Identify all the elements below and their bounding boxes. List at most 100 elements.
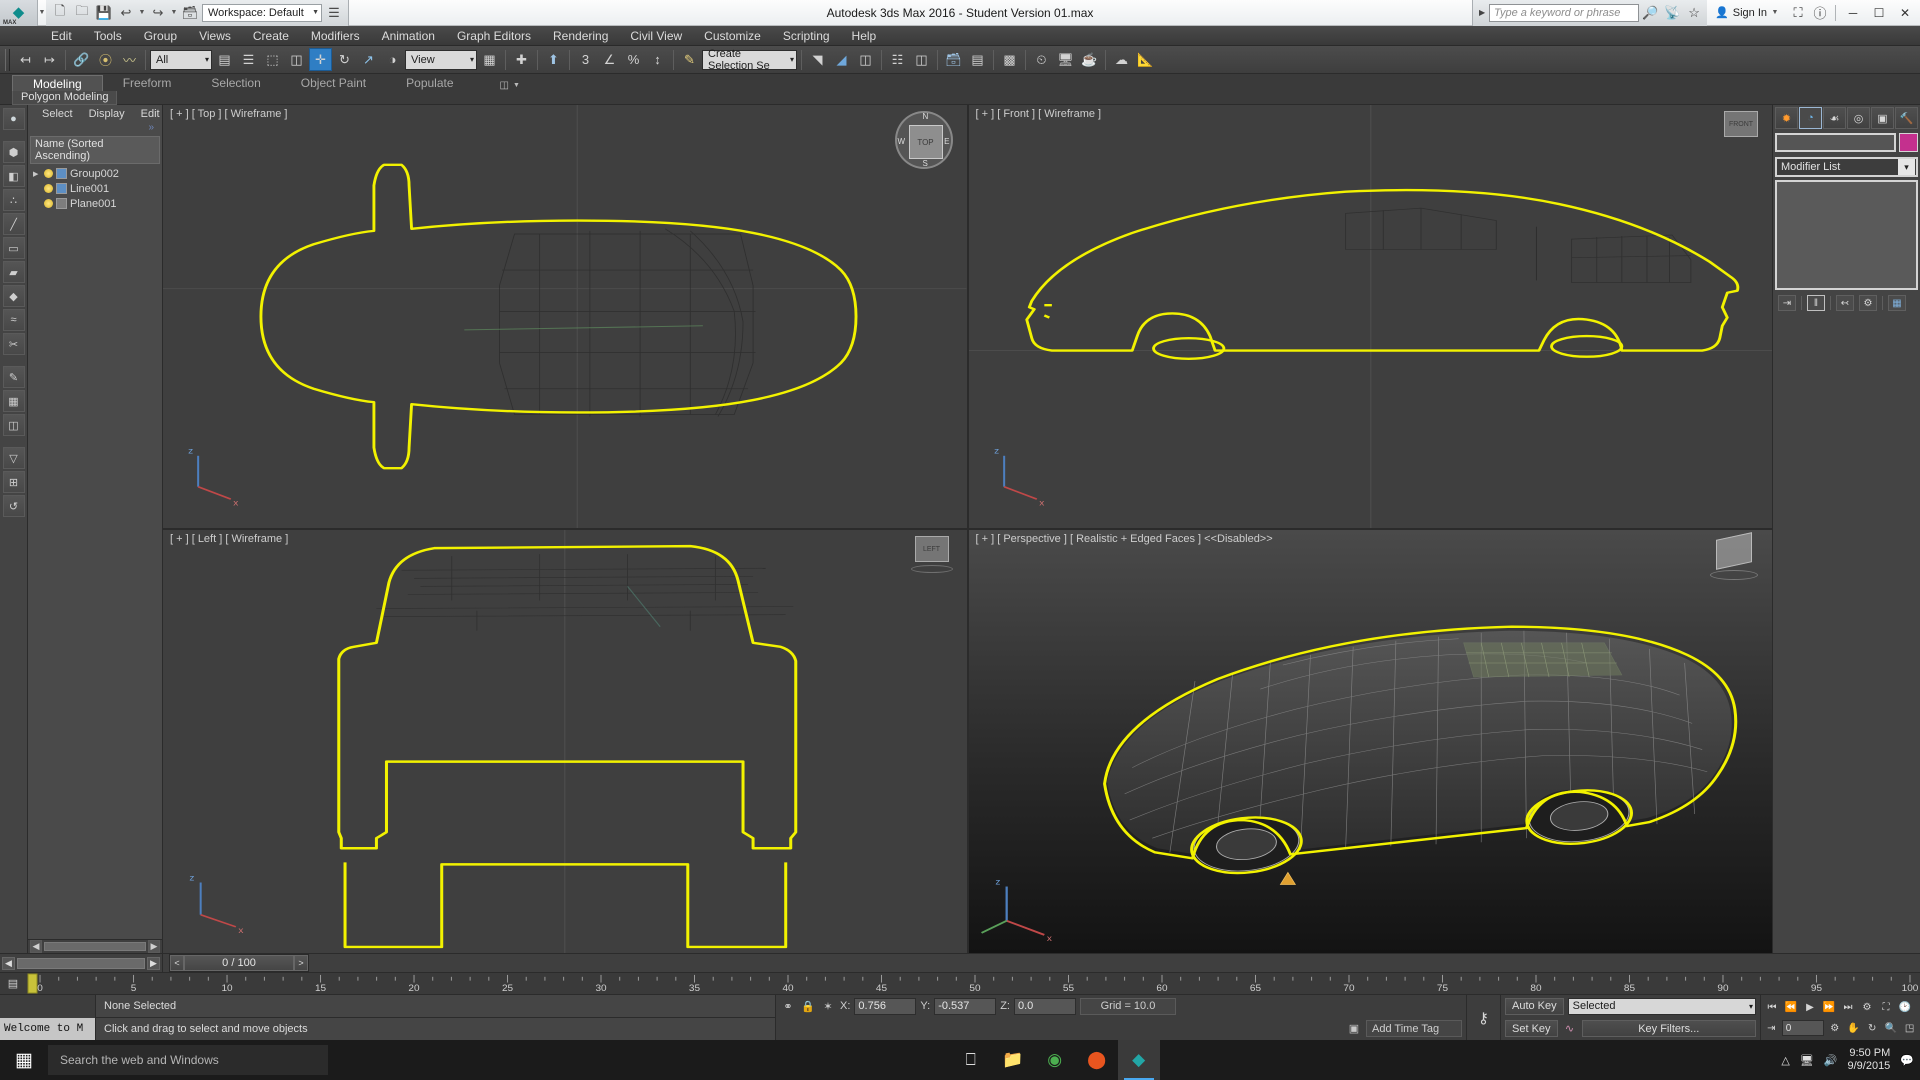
toolbar-grip[interactable] [5, 48, 10, 71]
layer-explorer-icon[interactable]: ◫ [854, 48, 877, 71]
key-mode-toggle-icon[interactable]: ⚙ [1858, 998, 1876, 1016]
satellite-icon[interactable]: 📡 [1661, 2, 1683, 24]
menu-group[interactable]: Group [133, 26, 188, 46]
scrollbar-thumb[interactable] [17, 957, 145, 969]
render-setup-icon[interactable]: ⏲ [1030, 48, 1053, 71]
curve-editor-icon[interactable]: 🗃 [942, 48, 965, 71]
bind-to-space-warp-icon[interactable]: 〰 [118, 48, 141, 71]
unlink-selection-icon[interactable]: ⦿ [94, 48, 117, 71]
create-tab[interactable]: ✹ [1775, 107, 1798, 129]
new-file-icon[interactable]: 🗋 [50, 3, 70, 23]
swift-loop-icon[interactable]: ≈ [2, 309, 25, 331]
viewport-front-label[interactable]: [ + ] [ Front ] [ Wireframe ] [976, 108, 1102, 120]
align-icon[interactable]: ◢ [830, 48, 853, 71]
infocenter-expand-icon[interactable]: ▶ [1475, 8, 1489, 17]
viewcube-ring-icon[interactable] [1710, 570, 1758, 580]
menu-views[interactable]: Views [188, 26, 242, 46]
viewcube-left[interactable]: LEFT [910, 536, 953, 573]
key-mode-combo[interactable]: Selected ▾ [1567, 997, 1756, 1015]
time-configuration-icon[interactable]: 🕑 [1896, 998, 1914, 1016]
viewcube-icon[interactable]: LEFT [914, 536, 949, 562]
undo-chevron-icon[interactable]: ▼ [138, 9, 146, 16]
object-color-swatch[interactable] [1899, 133, 1918, 152]
percent-snap-toggle-icon[interactable]: % [622, 48, 645, 71]
modifier-stack-list[interactable] [1775, 180, 1918, 290]
key-filters-button[interactable]: Key Filters... [1581, 1020, 1756, 1038]
field-of-view-icon[interactable]: ◳ [1901, 1019, 1918, 1037]
select-and-place-icon[interactable]: ◑ [381, 48, 404, 71]
expand-triangle-icon[interactable]: ▶ [33, 170, 41, 178]
mirror-icon[interactable]: ◥ [806, 48, 829, 71]
menu-civil-view[interactable]: Civil View [619, 26, 693, 46]
ribbon-chevron-down-icon[interactable]: ▼ [513, 82, 520, 89]
tab-object-paint[interactable]: Object Paint [281, 75, 386, 91]
tab-freeform[interactable]: Freeform [103, 75, 192, 91]
constraints-icon[interactable]: ▽ [2, 447, 25, 469]
lock-selection-icon[interactable]: 🔒 [800, 998, 816, 1014]
current-frame-display[interactable]: 0 / 100 [184, 955, 294, 971]
explorer-bottom-scroll[interactable]: ◀ ▶ [0, 953, 163, 973]
welcome-text[interactable]: Welcome to M [0, 1018, 95, 1040]
motion-tab[interactable]: ◎ [1847, 107, 1870, 129]
explorer-expand-chevron-icon[interactable]: » [28, 122, 162, 136]
viewport-top-label[interactable]: [ + ] [ Top ] [ Wireframe ] [170, 108, 287, 120]
element-icon[interactable]: ◆ [2, 285, 25, 307]
vertex-icon[interactable]: ∴ [2, 189, 25, 211]
remove-modifier-icon[interactable]: ⚙ [1859, 295, 1877, 311]
window-crossing-icon[interactable]: ◫ [285, 48, 308, 71]
viewcube-front[interactable]: FRONT [1724, 111, 1758, 137]
viewcube-icon[interactable]: FRONT [1724, 111, 1758, 137]
edge-icon[interactable]: ╱ [2, 213, 25, 235]
previous-frame-icon[interactable]: ⏪ [1782, 998, 1800, 1016]
explorer-column-header[interactable]: Name (Sorted Ascending) [30, 136, 160, 164]
time-slider[interactable]: < 0 / 100 > [163, 954, 1920, 973]
auto-key-button[interactable]: Auto Key [1505, 997, 1564, 1015]
menu-graph-editors[interactable]: Graph Editors [446, 26, 542, 46]
viewport-front[interactable]: z x [ + ] [ Front ] [ Wireframe ] FRONT [968, 105, 1772, 528]
tab-populate[interactable]: Populate [386, 75, 473, 91]
pin-stack-icon[interactable]: ⇥ [1778, 295, 1796, 311]
scrollbar-thumb[interactable] [44, 942, 146, 951]
menu-scripting[interactable]: Scripting [772, 26, 841, 46]
windows-search-input[interactable]: Search the web and Windows [48, 1045, 328, 1075]
repeat-last-icon[interactable]: ↺ [2, 495, 25, 517]
pan-view-icon[interactable]: ✋ [1845, 1019, 1862, 1037]
open-mini-curve-editor-icon[interactable]: ▤ [0, 973, 26, 994]
next-frame-icon[interactable]: ⏩ [1820, 998, 1838, 1016]
y-field[interactable]: -0.537 [934, 997, 997, 1015]
show-hidden-icons-icon[interactable]: △ [1781, 1054, 1789, 1067]
menu-edit[interactable]: Edit [40, 26, 83, 46]
ngon-icon[interactable]: ⬢ [2, 141, 25, 163]
polygon-icon[interactable]: ▰ [2, 261, 25, 283]
rendered-frame-window-icon[interactable]: 🖥 [1054, 48, 1077, 71]
notification-center-icon[interactable]: 💬 [1900, 1054, 1914, 1067]
menu-customize[interactable]: Customize [693, 26, 772, 46]
hierarchy-tab[interactable]: ☙ [1823, 107, 1846, 129]
rectangular-selection-region-icon[interactable]: ⬚ [261, 48, 284, 71]
configure-modifier-sets-icon[interactable]: ▦ [1888, 295, 1906, 311]
list-item[interactable]: ▶ Group002 [30, 166, 160, 181]
open-asset-tracking-icon[interactable]: 📐 [1134, 48, 1157, 71]
select-and-manipulate-icon[interactable]: ✚ [510, 48, 533, 71]
material-editor-icon[interactable]: ▩ [998, 48, 1021, 71]
light-bulb-icon[interactable] [44, 184, 53, 193]
help-circle-icon[interactable]: ⓘ [1809, 2, 1831, 24]
border-icon[interactable]: ▭ [2, 237, 25, 259]
redo-icon[interactable]: ↪ [148, 3, 168, 23]
opera-button[interactable]: ⬤ [1076, 1040, 1118, 1080]
viewport-left-label[interactable]: [ + ] [ Left ] [ Wireframe ] [170, 533, 288, 545]
zoom-icon[interactable]: 🔍 [1883, 1019, 1900, 1037]
goto-start-icon[interactable]: ⏮ [1763, 998, 1781, 1016]
task-view-button[interactable]: ⎕ [950, 1040, 992, 1080]
goto-frame-field[interactable]: 0 [1781, 1020, 1825, 1036]
symmetry-icon[interactable]: ◫ [2, 414, 25, 436]
toggle-scene-explorer-icon[interactable]: ☷ [886, 48, 909, 71]
explorer-menu-display[interactable]: Display [81, 108, 133, 120]
workspace-selector[interactable]: Workspace: Default ▼ [202, 3, 322, 22]
make-unique-icon[interactable]: ↢ [1836, 295, 1854, 311]
scroll-right-icon[interactable]: ▶ [147, 956, 160, 970]
goto-end-icon[interactable]: ⏭ [1839, 998, 1857, 1016]
set-project-folder-icon[interactable]: 🗃 [180, 3, 200, 23]
menu-rendering[interactable]: Rendering [542, 26, 619, 46]
key-curve-icon[interactable]: ∿ [1562, 1021, 1578, 1037]
